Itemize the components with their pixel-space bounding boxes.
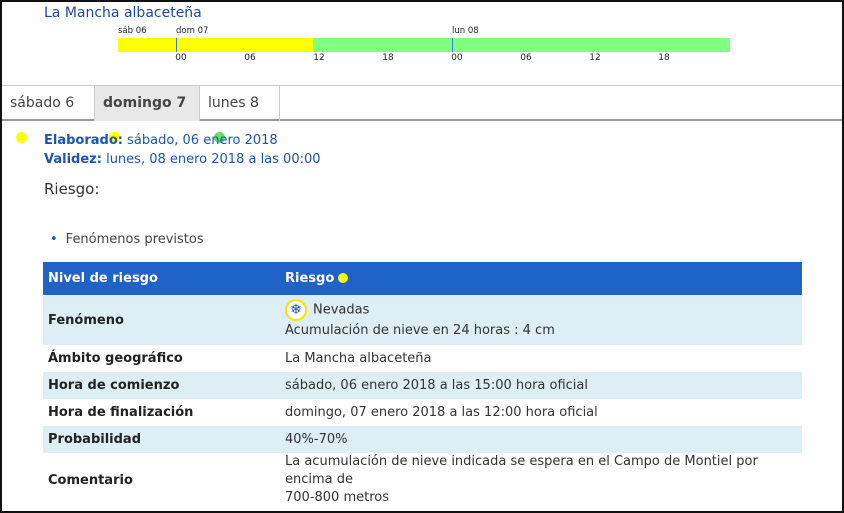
row-key: Probabilidad (48, 432, 142, 447)
elaborado-label: Elaborado: (44, 133, 123, 148)
table-row: Hora de finalización domingo, 07 enero 2… (43, 399, 802, 426)
table-header-row: Nivel de riesgo Riesgo (43, 262, 802, 295)
row-value: La acumulación de nieve indicada se espe… (270, 453, 802, 507)
validez-line: Validez: lunes, 08 enero 2018 a las 00:0… (44, 152, 321, 167)
comentario-line: 700-800 metros (285, 490, 389, 505)
risk-dot-icon (16, 131, 27, 143)
timeline-yellow-segment (118, 38, 313, 52)
row-value: domingo, 07 enero 2018 a las 12:00 hora … (285, 405, 598, 420)
tab-label: lunes 8 (208, 95, 259, 111)
tab-label: sábado 6 (10, 95, 75, 111)
fenomeno-name: Nevadas (313, 302, 370, 318)
row-value: La Mancha albaceteña (285, 351, 432, 366)
header-riesgo: Riesgo (270, 262, 802, 295)
header-riesgo-label: Riesgo (285, 271, 335, 286)
timeline-day-label: lun 08 (452, 26, 479, 36)
timeline-day-marker (452, 38, 453, 52)
table-row: Ámbito geográfico La Mancha albaceteña (43, 345, 802, 372)
row-value: sábado, 06 enero 2018 a las 15:00 hora o… (285, 378, 588, 393)
timeline-tick: 00 (175, 53, 187, 63)
table-row: Fenómeno ❄ Nevadas Acumulación de nieve e… (43, 295, 802, 345)
row-key: Ámbito geográfico (48, 351, 183, 366)
snowflake-icon: ❄ (285, 299, 307, 321)
row-key: Comentario (48, 472, 133, 488)
bullet-icon: • (50, 232, 58, 247)
tab-domingo[interactable]: domingo 7 (95, 86, 200, 143)
elaborado-line: Elaborado: sábado, 06 enero 2018 (44, 133, 278, 148)
table-row: Hora de comienzo sábado, 06 enero 2018 a… (43, 372, 802, 399)
validez-label: Validez: (44, 152, 102, 167)
elaborado-value: sábado, 06 enero 2018 (127, 133, 278, 148)
row-value: ❄ Nevadas Acumulación de nieve en 24 hora… (270, 295, 802, 345)
row-key: Hora de comienzo (48, 378, 180, 393)
timeline-bar (118, 38, 730, 52)
timeline-day-label: sáb 06 (118, 26, 147, 36)
risk-table: Nivel de riesgo Riesgo Fenómeno ❄ Nevadas… (43, 262, 802, 507)
timeline-tick: 12 (589, 53, 601, 63)
timeline-tick: 00 (451, 53, 463, 63)
row-key: Hora de finalización (48, 405, 194, 420)
timeline-tick: 18 (382, 53, 394, 63)
table-row: Probabilidad 40%-70% (43, 426, 802, 453)
timeline-tick: 06 (244, 53, 256, 63)
riesgo-heading: Riesgo: (44, 180, 100, 198)
timeline-tick: 12 (313, 53, 325, 63)
comentario-line: La acumulación de nieve indicada se espe… (285, 454, 758, 487)
row-value: 40%-70% (285, 432, 348, 447)
table-row: Comentario La acumulación de nieve indic… (43, 453, 802, 507)
fenomeno-detail: Acumulación de nieve en 24 horas : 4 cm (285, 323, 555, 338)
bullet-item: • Fenómenos previstos (50, 232, 204, 247)
header-nivel: Nivel de riesgo (48, 271, 158, 286)
bullet-text: Fenómenos previstos (65, 232, 204, 247)
timeline-tick: 18 (658, 53, 670, 63)
risk-dot-icon (338, 272, 349, 283)
timeline-day-label: dom 07 (176, 26, 209, 36)
timeline-day-marker (176, 38, 177, 52)
tab-sabado[interactable]: sábado 6 (2, 86, 95, 143)
tab-lunes[interactable]: lunes 8 (200, 86, 280, 143)
row-key: Fenómeno (48, 312, 124, 328)
timeline-tick: 06 (520, 53, 532, 63)
day-tabs: sábado 6 domingo 7 lunes 8 (2, 85, 842, 143)
tab-label: domingo 7 (103, 95, 187, 111)
fenomeno-name-line: ❄ Nevadas (285, 299, 797, 321)
region-title: La Mancha albaceteña (44, 5, 202, 21)
validez-value: lunes, 08 enero 2018 a las 00:00 (106, 152, 321, 167)
timeline-green-segment (313, 38, 730, 52)
